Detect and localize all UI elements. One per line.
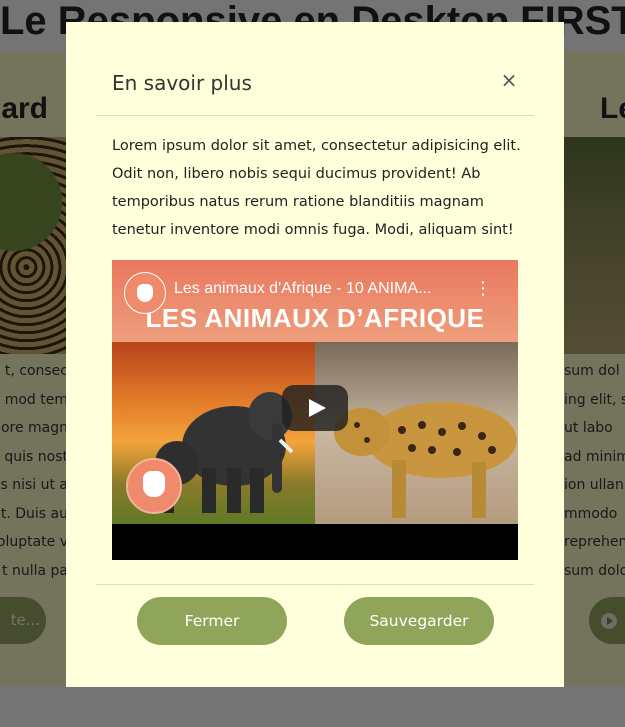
modal-header: En savoir plus × [96,59,534,116]
close-button[interactable]: Fermer [137,597,287,645]
play-button[interactable] [282,385,348,431]
channel-avatar[interactable] [124,272,166,314]
modal-dialog: En savoir plus × Lorem ipsum dolor sit a… [66,22,564,687]
more-options-icon[interactable]: ⋮ [474,280,492,304]
leopard-image [334,402,517,518]
video-title[interactable]: Les animaux d'Afrique - 10 ANIMA... [174,280,464,298]
modal-title: En savoir plus [112,71,252,95]
video-embed[interactable]: LES ANIMAUX D’AFRIQUE Les animaux d'Afri… [112,260,518,560]
modal-body-text: Lorem ipsum dolor sit amet, consectetur … [112,138,521,238]
thumbnail-heading: LES ANIMAUX D’AFRIQUE [145,303,485,333]
close-icon[interactable]: × [498,69,520,91]
channel-logo-icon [126,458,182,514]
save-button[interactable]: Sauvegarder [344,597,494,645]
modal-footer-divider [96,584,534,585]
